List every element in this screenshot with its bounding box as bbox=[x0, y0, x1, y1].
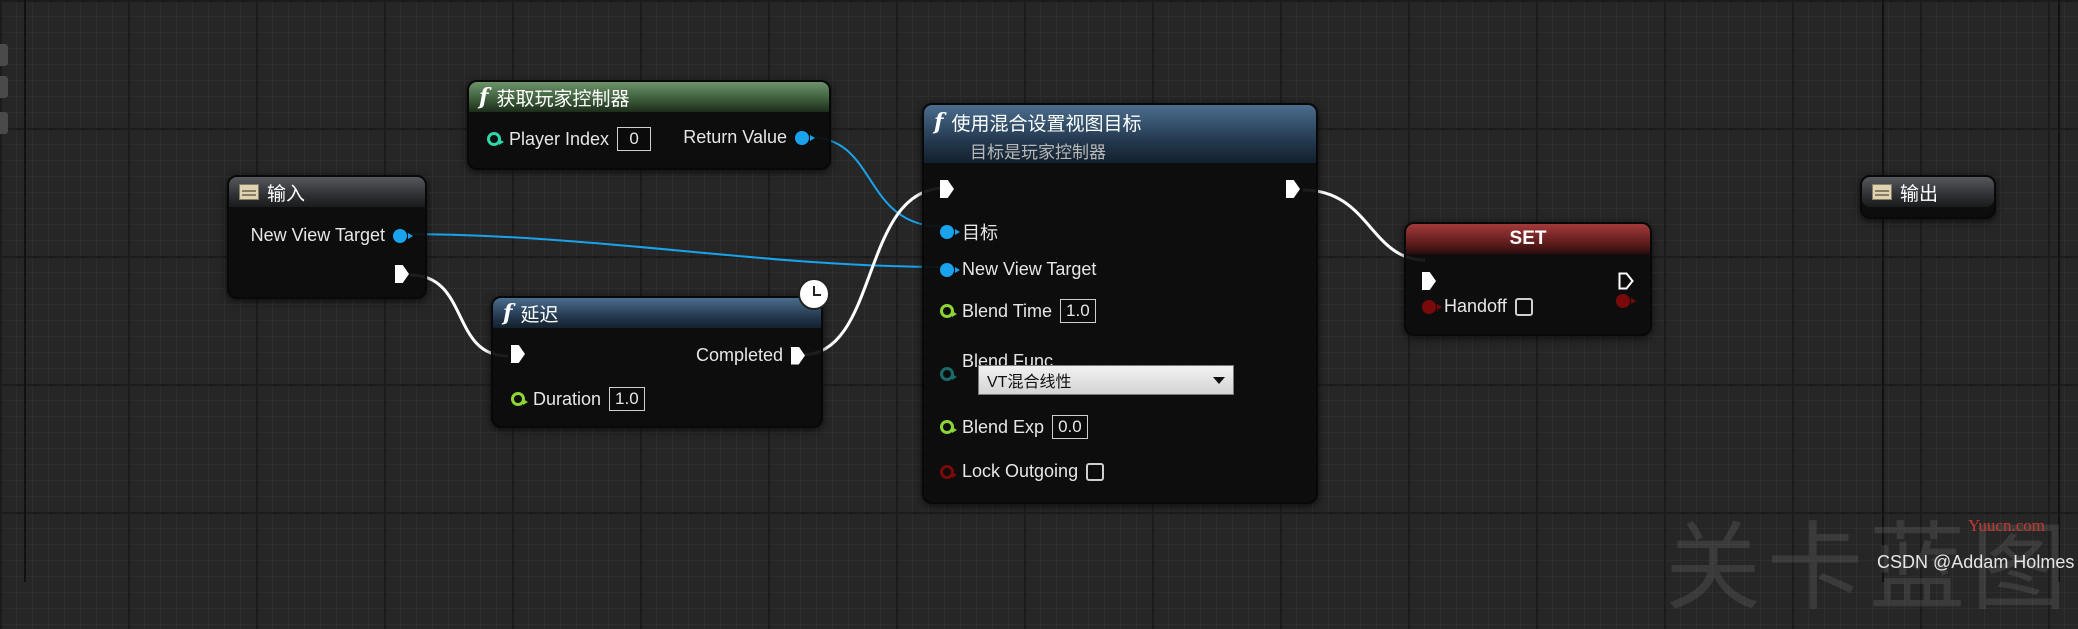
node-title: 输出 bbox=[1900, 183, 1939, 205]
exec-in-pin[interactable] bbox=[940, 180, 954, 198]
pin-label: Completed bbox=[695, 345, 783, 365]
enum-pin-icon[interactable] bbox=[940, 367, 957, 381]
set-view-target-with-blend-node[interactable]: f 使用混合设置视图目标 目标是玩家控制器 目标 New View Target… bbox=[922, 103, 1318, 504]
pin-label: 目标 bbox=[962, 223, 998, 243]
node-header[interactable]: f 延迟 bbox=[493, 298, 821, 328]
return-value-pin[interactable]: Return Value bbox=[683, 127, 815, 148]
node-title: 延迟 bbox=[520, 304, 559, 326]
duration-pin[interactable]: Duration 1.0 bbox=[511, 387, 645, 411]
exec-pin-icon[interactable] bbox=[791, 346, 805, 365]
handoff-in-pin[interactable]: Handoff bbox=[1422, 296, 1533, 317]
pin-label: Blend Exp bbox=[962, 416, 1045, 437]
blend-exp-pin[interactable]: Blend Exp 0.0 bbox=[940, 415, 1088, 439]
graph-divider bbox=[24, 0, 26, 582]
handoff-out-pin[interactable] bbox=[1616, 294, 1636, 308]
set-exec-in-pin[interactable] bbox=[1422, 250, 1436, 290]
pin-label: Duration bbox=[533, 388, 602, 409]
bool-pin-icon[interactable] bbox=[1422, 299, 1442, 314]
object-pin-icon[interactable] bbox=[940, 225, 960, 239]
exec-out-pin[interactable] bbox=[1286, 180, 1300, 198]
handoff-checkbox[interactable] bbox=[1514, 297, 1533, 316]
function-f-icon: f bbox=[479, 84, 489, 110]
chevron-down-icon bbox=[1213, 376, 1225, 384]
node-header[interactable]: SET bbox=[1406, 224, 1650, 254]
output-tunnel-node[interactable]: 输出 bbox=[1860, 175, 1996, 219]
player-index-pin[interactable]: Player Index 0 bbox=[487, 127, 652, 151]
blend-exp-input[interactable]: 0.0 bbox=[1052, 415, 1088, 439]
watermark-csdn: CSDN @Addam Holmes bbox=[1877, 552, 2075, 572]
wire-input-to-viewtarget bbox=[399, 233, 946, 268]
node-title: SET bbox=[1509, 228, 1547, 249]
node-title: 输入 bbox=[267, 183, 306, 205]
input-tunnel-node[interactable]: 输入 New View Target bbox=[227, 175, 427, 299]
lock-outgoing-checkbox[interactable] bbox=[1086, 462, 1105, 481]
exec-pin-icon[interactable] bbox=[1286, 180, 1300, 198]
delay-node[interactable]: f 延迟 Completed Duration 1.0 bbox=[491, 296, 823, 428]
function-f-icon: f bbox=[934, 109, 944, 135]
lock-outgoing-pin[interactable]: Lock Outgoing bbox=[940, 461, 1105, 482]
node-header[interactable]: 输出 bbox=[1862, 177, 1994, 207]
pin-label: New View Target bbox=[250, 225, 385, 245]
pin-label: Blend Time bbox=[962, 300, 1053, 321]
delay-exec-in-pin[interactable] bbox=[511, 345, 525, 363]
entry-tunnel-icon bbox=[239, 184, 259, 200]
target-pin[interactable]: 目标 bbox=[940, 219, 998, 245]
set-handoff-node[interactable]: SET Handoff bbox=[1404, 222, 1652, 336]
side-panel-tab[interactable] bbox=[0, 76, 8, 98]
get-player-controller-node[interactable]: f 获取玩家控制器 Player Index 0 Return Value bbox=[467, 80, 831, 170]
pin-label: Return Value bbox=[683, 127, 787, 147]
entry-tunnel-icon bbox=[1872, 184, 1892, 200]
exec-pin-icon[interactable] bbox=[940, 180, 954, 198]
bool-pin-icon[interactable] bbox=[940, 464, 957, 479]
blend-time-pin[interactable]: Blend Time 1.0 bbox=[940, 299, 1096, 323]
float-pin-icon[interactable] bbox=[940, 304, 957, 318]
blend-func-dropdown[interactable]: VT混合线性 bbox=[978, 365, 1234, 395]
pin-label: New View Target bbox=[962, 259, 1097, 279]
int-pin-icon[interactable] bbox=[487, 132, 504, 146]
exec-pin-icon[interactable] bbox=[395, 265, 409, 283]
player-index-input[interactable]: 0 bbox=[617, 127, 652, 151]
duration-input[interactable]: 1.0 bbox=[609, 387, 645, 411]
float-pin-icon[interactable] bbox=[940, 420, 957, 434]
object-pin-icon[interactable] bbox=[940, 262, 960, 277]
exec-pin-hollow-icon[interactable] bbox=[1618, 272, 1634, 290]
object-pin-icon[interactable] bbox=[393, 228, 413, 243]
clock-icon bbox=[798, 278, 830, 310]
function-f-icon: f bbox=[503, 300, 513, 326]
new-view-target-out-pin[interactable]: New View Target bbox=[250, 225, 413, 246]
set-exec-out-pin[interactable] bbox=[1618, 250, 1634, 290]
object-pin-icon[interactable] bbox=[795, 130, 815, 145]
bool-pin-icon[interactable] bbox=[1616, 294, 1636, 308]
pin-label: Player Index bbox=[509, 128, 610, 149]
pin-label: Lock Outgoing bbox=[962, 461, 1079, 481]
node-title: 使用混合设置视图目标 bbox=[951, 114, 1142, 135]
node-header[interactable]: f 获取玩家控制器 bbox=[469, 82, 829, 112]
node-header[interactable]: 输入 bbox=[229, 177, 425, 207]
exec-pin-icon[interactable] bbox=[1422, 272, 1436, 290]
side-panel-tab[interactable] bbox=[0, 44, 8, 66]
pin-label: Handoff bbox=[1444, 296, 1507, 316]
watermark-site: Yuucn.com bbox=[1968, 516, 2045, 535]
node-title: 获取玩家控制器 bbox=[496, 88, 630, 110]
blend-time-input[interactable]: 1.0 bbox=[1060, 299, 1096, 323]
node-subtitle: 目标是玩家控制器 bbox=[970, 143, 1106, 162]
completed-pin[interactable]: Completed bbox=[696, 345, 805, 366]
exec-out-pin[interactable] bbox=[395, 265, 409, 283]
new-view-target-in-pin[interactable]: New View Target bbox=[940, 259, 1096, 280]
side-panel-tab[interactable] bbox=[0, 112, 8, 134]
exec-pin-icon[interactable] bbox=[511, 345, 525, 363]
dropdown-value: VT混合线性 bbox=[987, 374, 1072, 391]
float-pin-icon[interactable] bbox=[511, 392, 528, 406]
